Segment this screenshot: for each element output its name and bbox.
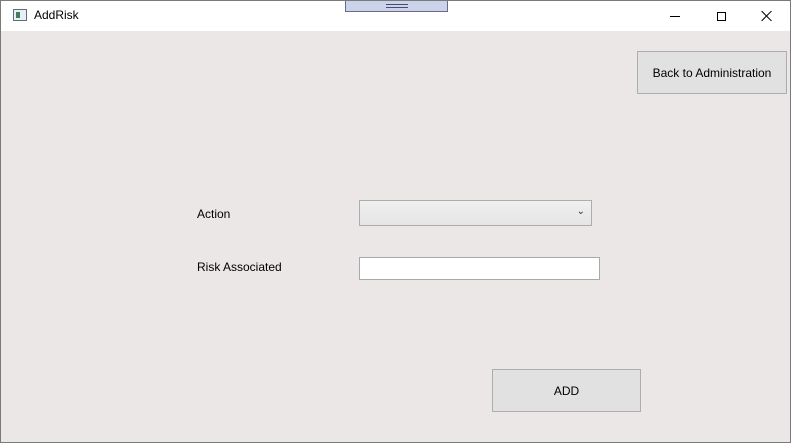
- maximize-button[interactable]: [698, 1, 744, 31]
- addrisk-window: AddRisk Back to Administration Action ⌄ …: [0, 0, 791, 443]
- window-title: AddRisk: [34, 8, 79, 22]
- close-button[interactable]: [744, 1, 790, 31]
- back-to-administration-button[interactable]: Back to Administration: [637, 51, 787, 94]
- action-label: Action: [197, 207, 231, 221]
- minimize-button[interactable]: [652, 1, 698, 31]
- maximize-icon: [716, 11, 726, 21]
- window-app-icon: [13, 9, 27, 21]
- title-bar[interactable]: AddRisk: [1, 1, 790, 31]
- minimize-icon: [670, 15, 680, 17]
- risk-associated-label: Risk Associated: [197, 260, 282, 274]
- add-button[interactable]: ADD: [492, 369, 641, 412]
- chevron-down-icon: ⌄: [576, 206, 585, 217]
- drag-handle[interactable]: [345, 1, 448, 12]
- action-dropdown[interactable]: ⌄: [359, 200, 592, 226]
- close-icon: [761, 10, 773, 22]
- risk-associated-input[interactable]: [359, 257, 600, 280]
